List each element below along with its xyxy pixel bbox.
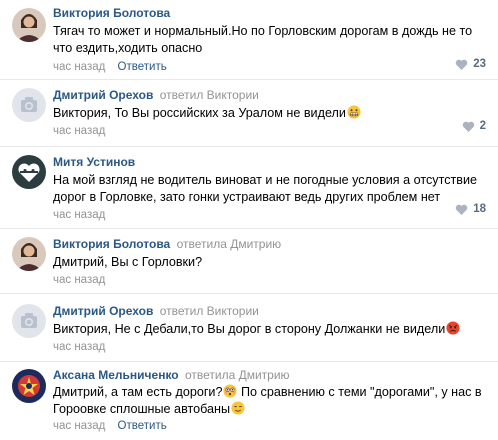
heart-avatar-icon <box>12 155 46 189</box>
camera-avatar-icon <box>12 88 46 122</box>
reply-button[interactable]: Ответить <box>118 420 167 432</box>
comment-text: Виктория, То Вы российских за Уралом не … <box>53 105 486 122</box>
comment-item: Дмитрий Орехов ответил Виктории Виктория… <box>0 294 498 362</box>
avatar[interactable] <box>12 237 46 271</box>
comment-text: Виктория, Не с Дебали,то Вы дорог в стор… <box>53 321 486 338</box>
like-count: 18 <box>473 203 486 215</box>
comment-author[interactable]: Митя Устинов <box>53 155 135 169</box>
grimacing-emoji-icon <box>347 105 361 119</box>
comments-list: Виктория Болотова Тягач то может и норма… <box>0 0 498 440</box>
like-count: 23 <box>473 58 486 70</box>
angry-emoji-icon <box>446 321 460 335</box>
photo-avatar-icon <box>12 8 46 42</box>
comment-time[interactable]: час назад <box>53 125 105 137</box>
avatar[interactable] <box>12 155 46 189</box>
reply-to-label[interactable]: ответила Дмитрию <box>185 368 290 382</box>
comment-text: Дмитрий, Вы с Горловки? <box>53 255 203 269</box>
camera-avatar-icon <box>12 304 46 338</box>
relieved-emoji-icon <box>231 401 245 415</box>
avatar[interactable] <box>12 88 46 122</box>
avatar[interactable] <box>12 369 46 403</box>
reply-button[interactable]: Ответить <box>118 61 167 73</box>
reply-to-label[interactable]: ответил Виктории <box>160 304 259 318</box>
comment-text: На мой взгляд не водитель виноват и не п… <box>53 173 477 204</box>
comment-author[interactable]: Дмитрий Орехов <box>53 304 153 318</box>
comment-item: Виктория Болотова Тягач то может и норма… <box>0 0 498 80</box>
comment-text: Дмитрий, а там есть дороги? По сравнению… <box>53 384 482 416</box>
comment-item: Митя Устинов На мой взгляд не водитель в… <box>0 147 498 229</box>
like-button[interactable]: 18 <box>455 203 486 215</box>
avatar[interactable] <box>12 8 46 42</box>
photo-avatar-icon <box>12 237 46 271</box>
comment-time[interactable]: час назад <box>53 61 105 73</box>
comment-author[interactable]: Дмитрий Орехов <box>53 88 153 102</box>
comment-item: Виктория Болотова ответила Дмитрию Дмитр… <box>0 229 498 294</box>
like-count: 2 <box>479 120 486 132</box>
comment-time[interactable]: час назад <box>53 209 105 221</box>
comment-time[interactable]: час назад <box>53 420 105 432</box>
emblem-avatar-icon <box>12 369 46 403</box>
like-button[interactable]: 23 <box>455 58 486 70</box>
comment-author[interactable]: Виктория Болотова <box>53 237 170 251</box>
comment-item: Аксана Мельниченко ответила Дмитрию Дмит… <box>0 362 498 440</box>
like-button[interactable]: 2 <box>462 120 486 132</box>
reply-to-label[interactable]: ответил Виктории <box>160 88 259 102</box>
heart-icon <box>455 59 468 70</box>
comment-text: Тягач то может и нормальный.Но по Горлов… <box>53 24 473 55</box>
comment-author[interactable]: Виктория Болотова <box>53 6 170 20</box>
heart-icon <box>455 204 468 215</box>
flushed-emoji-icon <box>223 384 238 398</box>
comment-time[interactable]: час назад <box>53 341 105 353</box>
comment-author[interactable]: Аксана Мельниченко <box>53 368 179 382</box>
avatar[interactable] <box>12 304 46 338</box>
reply-to-label[interactable]: ответила Дмитрию <box>177 237 282 251</box>
heart-icon <box>462 121 474 132</box>
comment-item: Дмитрий Орехов ответил Виктории Виктория… <box>0 80 498 147</box>
comment-time[interactable]: час назад <box>53 274 105 286</box>
